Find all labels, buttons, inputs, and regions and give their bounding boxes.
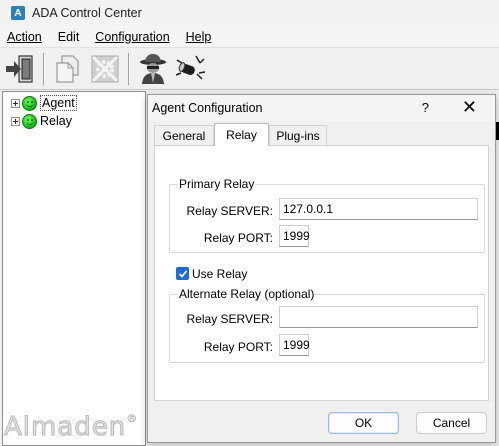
relay-port-label: Relay PORT:: [203, 231, 273, 245]
tab-label: Plug-ins: [276, 128, 320, 143]
close-button[interactable]: ✕: [462, 97, 477, 117]
toolbar-separator: [128, 53, 130, 85]
primary-relay-port-input[interactable]: 1999: [279, 225, 310, 247]
almaden-watermark-logo: Almaden®: [3, 412, 139, 443]
help-button[interactable]: ?: [422, 100, 429, 115]
status-online-icon: [22, 95, 37, 111]
exit-button[interactable]: [3, 52, 37, 86]
settings-button[interactable]: [88, 52, 122, 86]
spy-agent-icon: [140, 54, 166, 84]
watermark-mark: ®: [126, 412, 139, 426]
tree-item-relay[interactable]: Relay: [11, 112, 72, 130]
dialog-title: Agent Configuration: [152, 101, 263, 115]
tab-label: Relay: [226, 128, 257, 142]
relay-tab-panel: Primary Relay Relay SERVER: 127.0.0.1 Re…: [154, 145, 489, 401]
expand-icon[interactable]: [11, 116, 20, 126]
primary-relay-group: Primary Relay Relay SERVER: 127.0.0.1 Re…: [169, 177, 485, 253]
menu-configuration[interactable]: Configuration: [87, 30, 177, 44]
use-relay-label[interactable]: Use Relay: [192, 267, 247, 281]
alternate-relay-group: Alternate Relay (optional) Relay SERVER:…: [169, 287, 485, 363]
settings-icon: [91, 55, 119, 83]
tree-item-label: Agent: [40, 95, 77, 111]
menu-configuration-label: Configuration: [95, 29, 170, 44]
expand-icon[interactable]: [11, 98, 20, 108]
relay-server-label: Relay SERVER:: [186, 312, 273, 326]
tab-plug-ins[interactable]: Plug-ins: [269, 125, 327, 145]
tab-label: General: [162, 128, 206, 143]
use-relay-checkbox[interactable]: [176, 267, 189, 280]
tree-item-label: Relay: [40, 114, 72, 128]
menu-action-label: Action: [7, 29, 42, 44]
tab-relay[interactable]: Relay: [214, 123, 269, 146]
menu-help[interactable]: Help: [178, 30, 220, 44]
menu-bar: Action Edit Configuration Help: [0, 26, 499, 48]
relay-server-label: Relay SERVER:: [186, 204, 273, 218]
cancel-button[interactable]: Cancel: [416, 412, 487, 434]
spy-agent-button[interactable]: [136, 52, 170, 86]
dialog-titlebar: Agent Configuration: [148, 95, 495, 121]
alternate-relay-server-input[interactable]: [279, 306, 478, 328]
menu-help-label: Help: [185, 29, 212, 44]
tab-general[interactable]: General: [154, 125, 214, 145]
relay-connect-icon: [175, 55, 206, 80]
menu-edit[interactable]: Edit: [50, 30, 88, 44]
copy-icon: [56, 55, 79, 83]
menu-edit-label: Edit: [57, 29, 80, 44]
agent-configuration-dialog: Agent Configuration ? ✕ General Relay Pl…: [147, 94, 496, 443]
menu-action[interactable]: Action: [0, 30, 50, 44]
group-legend: Primary Relay: [178, 177, 256, 191]
tab-strip: General Relay Plug-ins: [154, 123, 484, 146]
relay-connect-button[interactable]: [173, 52, 207, 86]
agent-tree[interactable]: Agent Relay: [2, 91, 146, 446]
alternate-relay-port-input[interactable]: 1999: [279, 334, 310, 356]
checkmark-icon: [178, 269, 187, 278]
app-titlebar: A ADA Control Center: [0, 0, 499, 26]
relay-port-label: Relay PORT:: [203, 340, 273, 354]
toolbar-separator: [43, 53, 45, 85]
toolbar: [0, 48, 499, 90]
ok-button[interactable]: OK: [328, 412, 399, 434]
copy-button[interactable]: [51, 52, 85, 86]
tree-item-agent[interactable]: Agent: [11, 94, 77, 112]
ada-app-icon: A: [11, 6, 25, 20]
cancel-button-label: Cancel: [432, 416, 471, 430]
watermark-text: Almaden: [3, 412, 127, 443]
ok-button-label: OK: [354, 416, 373, 430]
group-legend: Alternate Relay (optional): [178, 287, 316, 301]
primary-relay-server-input[interactable]: 127.0.0.1: [279, 198, 478, 220]
status-online-icon: [22, 113, 37, 129]
exit-icon: [6, 55, 33, 83]
window-title: ADA Control Center: [32, 6, 142, 20]
